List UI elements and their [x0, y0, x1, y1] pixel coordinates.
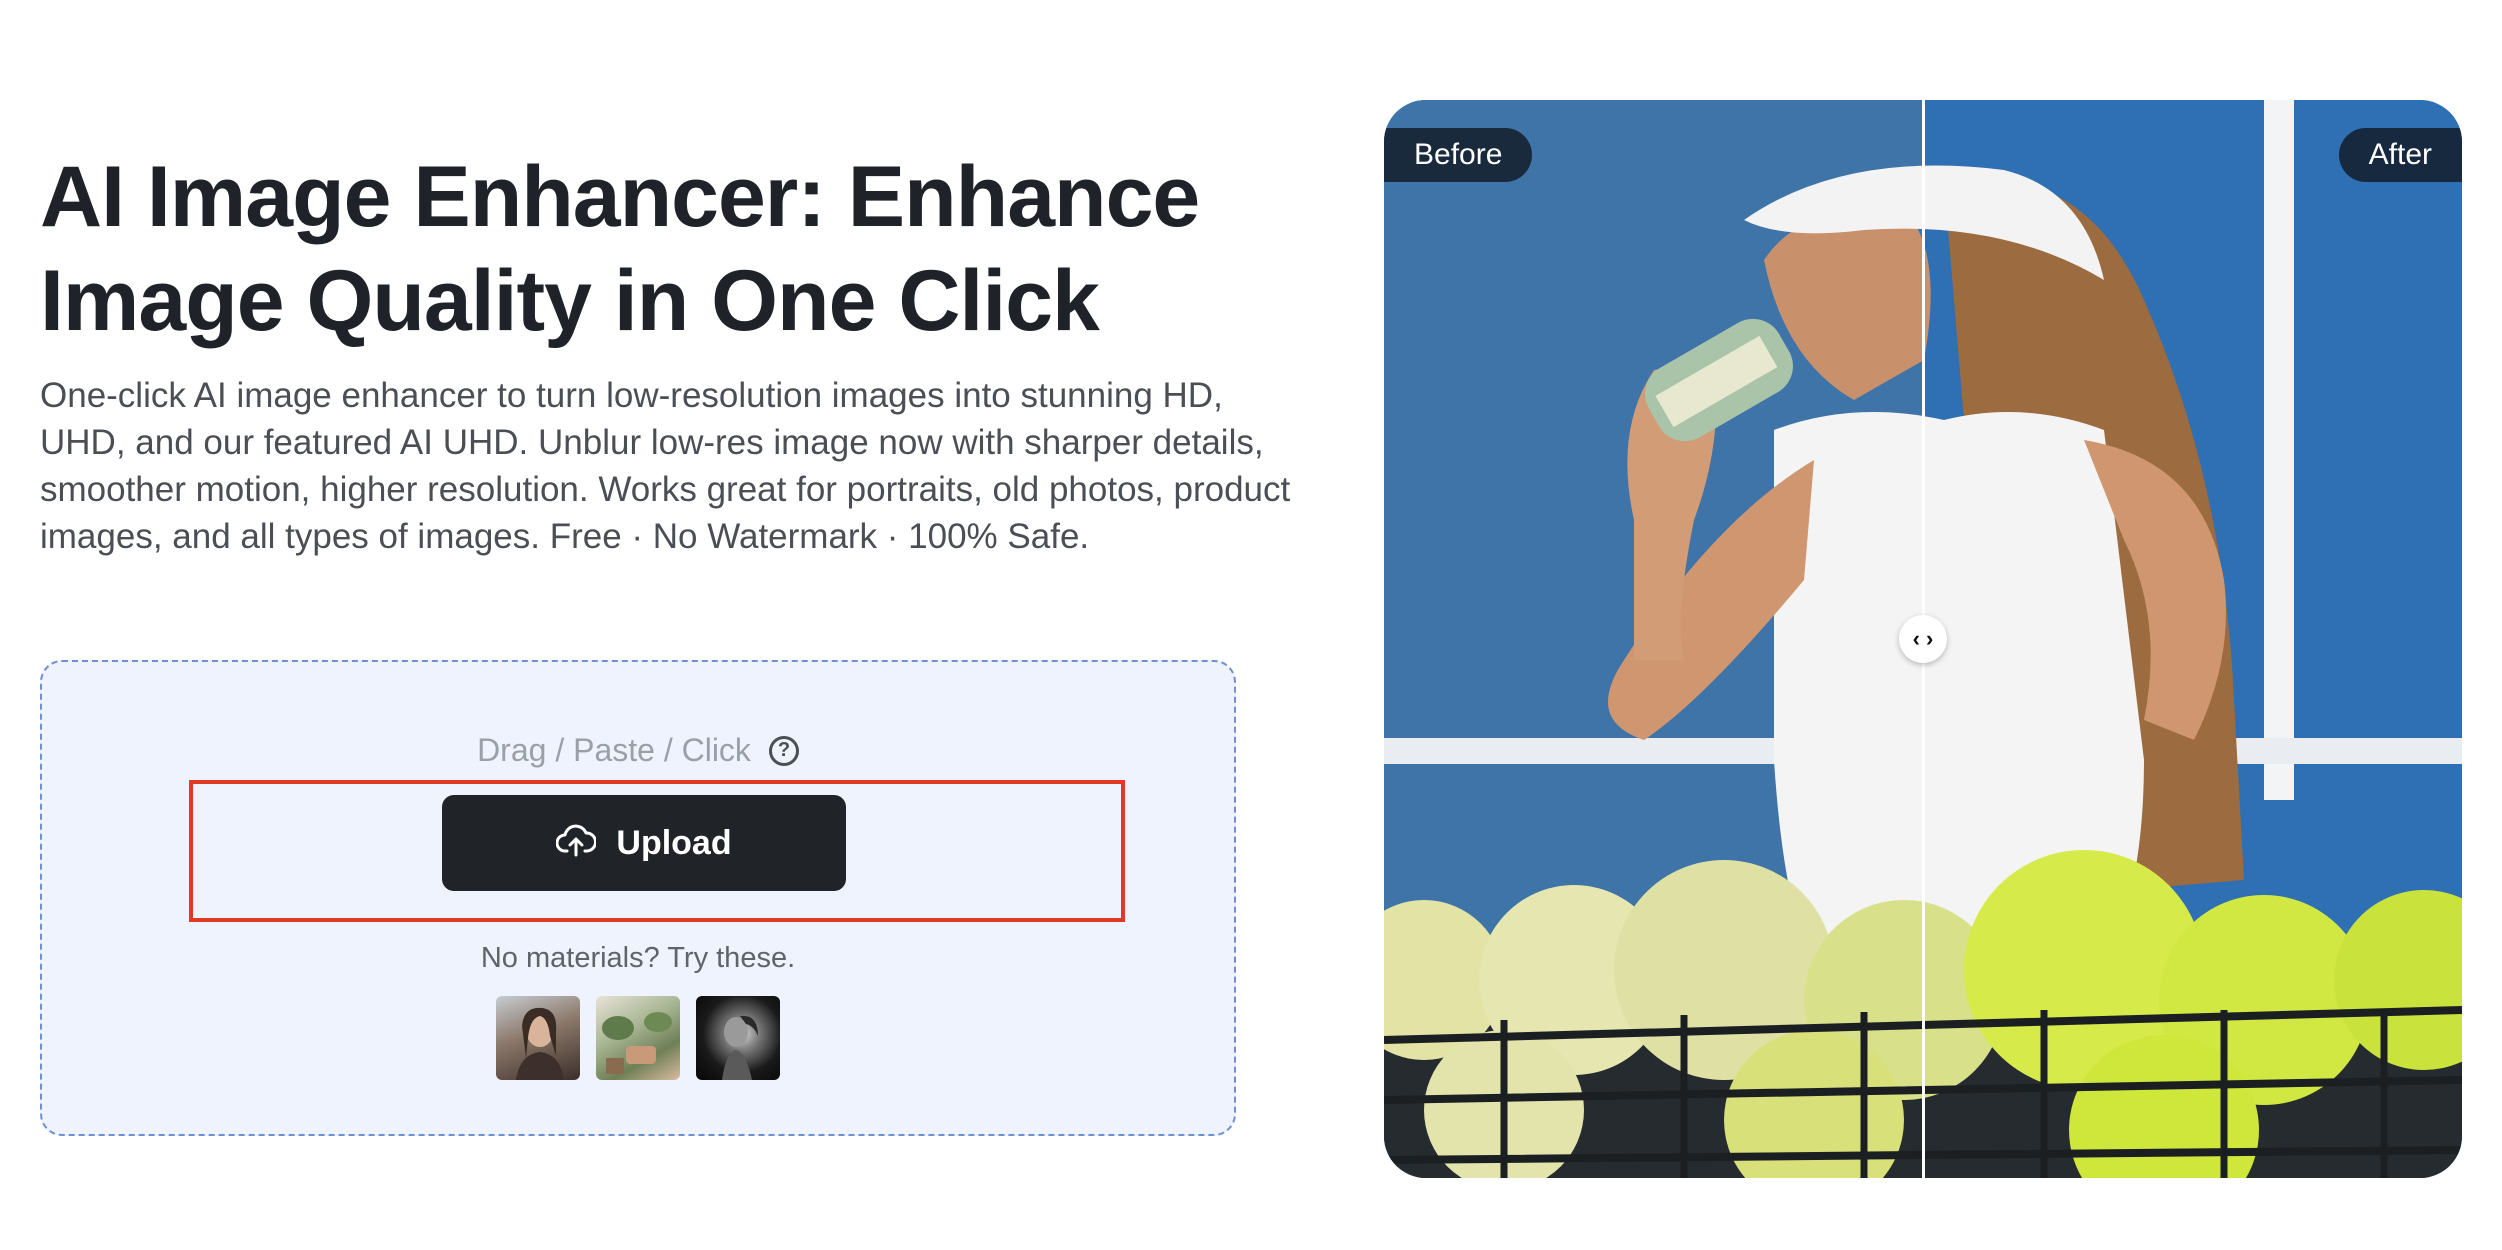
cloud-upload-icon	[555, 824, 598, 863]
upload-button-label: Upload	[616, 823, 732, 862]
comparison-slider-handle[interactable]: ‹ ›	[1899, 615, 1947, 663]
upload-button[interactable]: Upload	[442, 795, 846, 891]
page-title: AI Image Enhancer: Enhance Image Quality…	[40, 149, 1200, 349]
page-description: One-click AI image enhancer to turn low-…	[40, 376, 1291, 556]
upload-hint-text: Drag / Paste / Click	[477, 732, 751, 768]
samples-caption: No materials? Try these.	[480, 942, 796, 974]
sample-thumbnail-bw-portrait[interactable]	[696, 996, 780, 1080]
upload-hint-row: Drag / Paste / Click ?	[42, 732, 1234, 769]
sample-thumbnail-portrait[interactable]	[496, 996, 580, 1080]
sample-thumbnail-interior[interactable]	[596, 996, 680, 1080]
after-badge: After	[2338, 128, 2462, 182]
sample-images	[42, 996, 1234, 1080]
before-badge: Before	[1384, 128, 1533, 182]
before-after-comparison[interactable]: Before After ‹ ›	[1384, 100, 2462, 1178]
upload-dropzone[interactable]: Drag / Paste / Click ? Upload No materia…	[40, 660, 1236, 1136]
help-icon[interactable]: ?	[768, 735, 799, 766]
